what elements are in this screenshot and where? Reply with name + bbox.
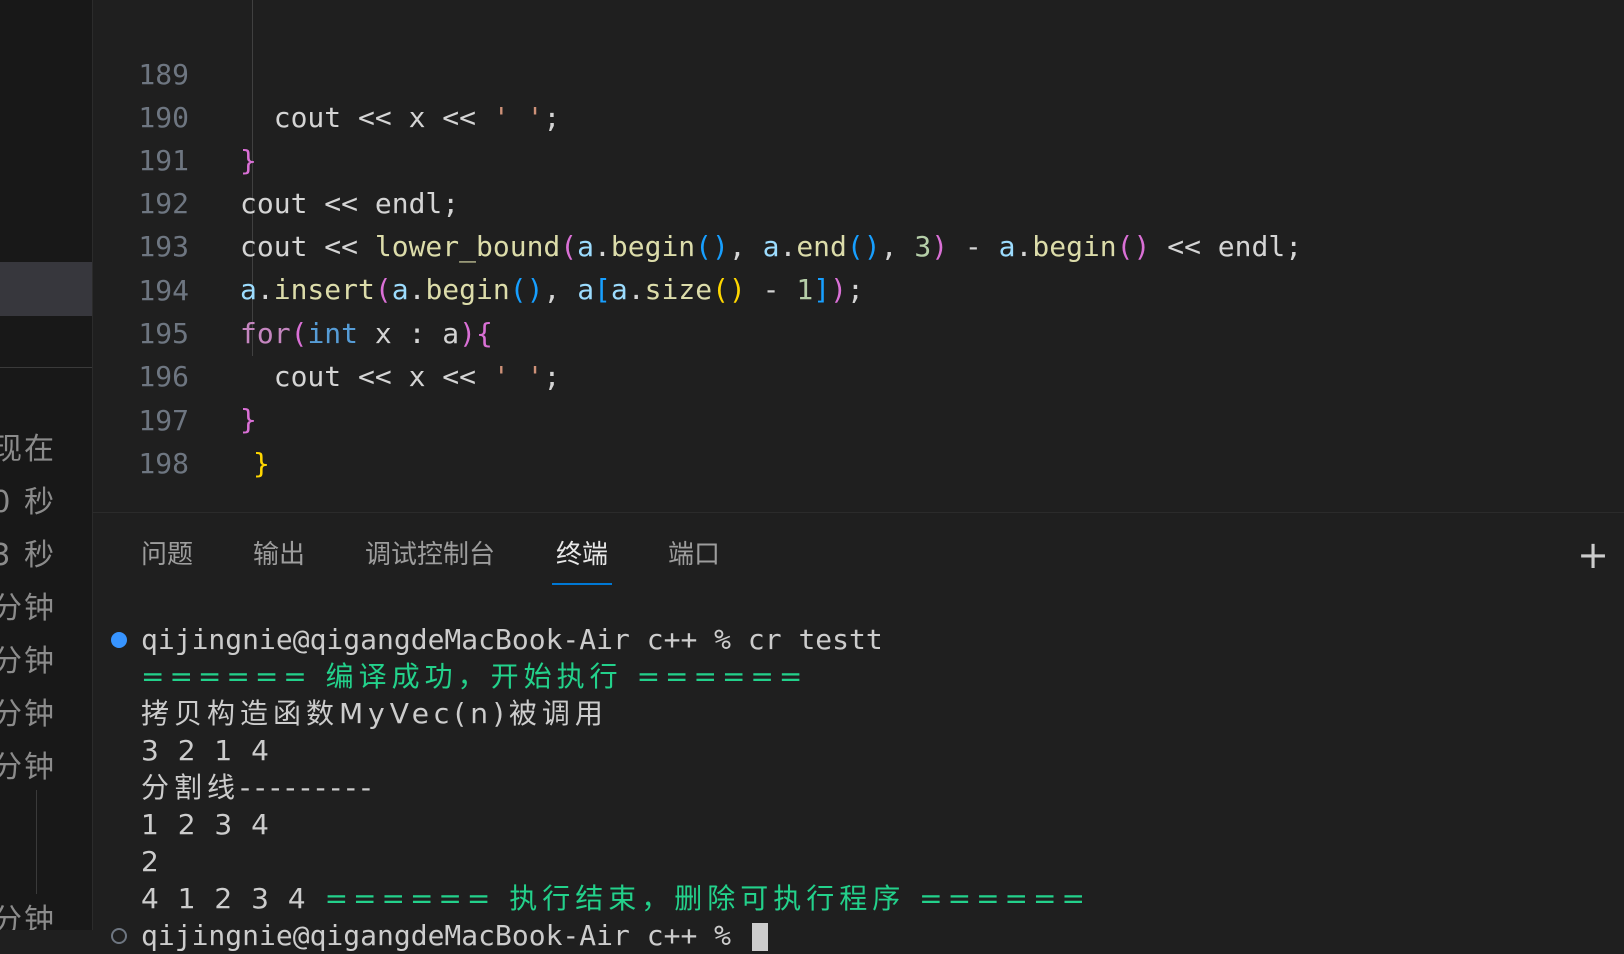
code-text: } xyxy=(240,144,257,177)
terminal-prompt: qijingnie@qigangdeMacBook-Air c++ % xyxy=(141,919,748,952)
sidebar-divider xyxy=(0,367,92,368)
code-line[interactable]: 194 for(int x : a){ xyxy=(93,226,492,350)
terminal-line: 3 2 1 4 xyxy=(141,734,274,767)
timeline-connector xyxy=(36,790,37,894)
code-line[interactable]: 191 cout << endl; xyxy=(93,96,459,220)
code-editor[interactable]: 189 cout << x << ' '; 190 } 191 cout << … xyxy=(93,0,1624,512)
code-line[interactable]: 193 a.insert(a.begin(), a[a.size() - 1])… xyxy=(93,182,863,306)
command-status-dot-icon xyxy=(111,928,127,944)
tab-debug-console[interactable]: 调试控制台 xyxy=(365,533,495,577)
line-number: 198 xyxy=(138,447,189,480)
code-line[interactable]: 197 } xyxy=(93,356,269,480)
timeline-item[interactable]: 分钟 xyxy=(0,895,56,930)
terminal-line: 分割线--------- xyxy=(141,771,376,804)
sidebar-panel: 现在 0 秒 3 秒 分钟 分钟 分钟 分钟 分钟 xyxy=(0,0,93,930)
timeline-item[interactable]: 分钟 xyxy=(0,583,56,627)
timeline-item[interactable]: 分钟 xyxy=(0,742,56,786)
terminal-line: 1 2 3 4 xyxy=(141,808,274,841)
code-line[interactable]: 198 xyxy=(93,399,189,480)
code-line[interactable]: 192 cout << lower_bound(a.begin(), a.end… xyxy=(93,139,1302,263)
terminal-line: 2 xyxy=(141,845,164,878)
terminal-output-text: 4 1 2 3 4 xyxy=(141,882,325,915)
tab-ports[interactable]: 端口 xyxy=(668,533,720,577)
tab-terminal[interactable]: 终端 xyxy=(552,533,613,585)
code-text: cout << x << ' '; xyxy=(273,101,561,134)
terminal-cursor xyxy=(751,923,768,951)
code-line[interactable]: 196 } xyxy=(93,312,256,436)
plus-icon[interactable]: + xyxy=(1573,533,1613,577)
tab-terminal-label: 终端 xyxy=(556,540,609,570)
terminal-line: 4 1 2 3 4 ====== 执行结束，删除可执行程序 ====== xyxy=(141,880,1090,917)
code-text: } xyxy=(253,447,270,480)
code-text: a.insert(a.begin(), a[a.size() - 1]); xyxy=(240,273,864,306)
tab-problems[interactable]: 问题 xyxy=(141,533,193,577)
terminal-prompt-line: qijingnie@qigangdeMacBook-Air c++ % xyxy=(141,917,768,954)
timeline-item[interactable]: 现在 xyxy=(0,424,56,468)
code-line[interactable]: 190 } xyxy=(93,53,256,177)
code-line[interactable]: 195 cout << x << ' '; xyxy=(93,269,560,393)
timeline-item[interactable]: 3 秒 xyxy=(0,530,56,574)
code-text: cout << lower_bound(a.begin(), a.end(), … xyxy=(240,230,1303,263)
terminal-status-text: ====== 执行结束，删除可执行程序 ====== xyxy=(324,882,1090,915)
timeline-item[interactable]: 0 秒 xyxy=(0,477,56,521)
timeline-item[interactable]: 分钟 xyxy=(0,689,56,733)
code-text: } xyxy=(240,403,257,436)
command-status-dot-icon xyxy=(111,632,127,648)
bottom-panel: 问题 输出 调试控制台 终端 端口 + qijingnie@qigangdeMa… xyxy=(93,512,1624,952)
terminal-line: ====== 编译成功，开始执行 ====== xyxy=(141,660,808,693)
code-line[interactable]: 189 cout << x << ' '; xyxy=(93,10,560,134)
terminal-line: 拷贝构造函数MyVec(n)被调用 xyxy=(141,697,608,730)
code-text: cout << x << ' '; xyxy=(273,360,561,393)
selected-sidebar-item[interactable] xyxy=(0,262,92,316)
tab-output[interactable]: 输出 xyxy=(253,533,305,577)
terminal-command-line: qijingnie@qigangdeMacBook-Air c++ % cr t… xyxy=(141,623,883,656)
active-tab-indicator xyxy=(552,583,613,585)
code-text: cout << endl; xyxy=(240,187,460,220)
timeline-item[interactable]: 分钟 xyxy=(0,636,56,680)
code-text: for(int x : a){ xyxy=(240,317,493,350)
